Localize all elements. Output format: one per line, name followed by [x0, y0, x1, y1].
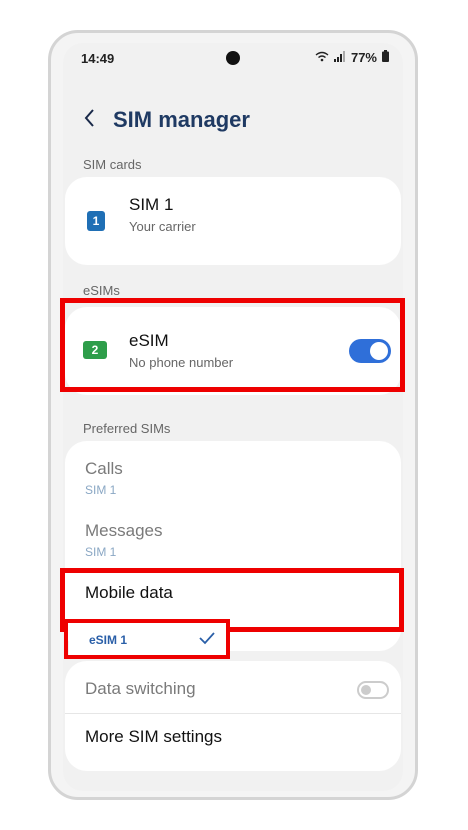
status-bar: 14:49 77%	[63, 43, 403, 73]
highlight-line	[230, 627, 404, 632]
sim1-card[interactable]: 1 SIM 1 Your carrier	[65, 177, 401, 265]
messages-label[interactable]: Messages	[85, 521, 162, 541]
calls-label[interactable]: Calls	[85, 459, 123, 479]
toggle-knob	[361, 685, 371, 695]
more-sim-settings-label[interactable]: More SIM settings	[85, 727, 222, 747]
back-icon[interactable]	[83, 107, 95, 136]
wifi-icon	[315, 50, 329, 65]
signal-icon	[333, 50, 346, 65]
battery-icon	[382, 50, 389, 65]
messages-value: SIM 1	[85, 545, 117, 559]
section-label-esims: eSIMs	[83, 283, 120, 298]
sim-card-icon: 1	[87, 211, 105, 231]
sim1-name: SIM 1	[129, 195, 174, 214]
volume-button	[415, 168, 418, 258]
settings-card: Data switching More SIM settings	[65, 661, 401, 771]
front-camera	[226, 51, 240, 65]
battery-percent: 77%	[350, 50, 377, 65]
divider	[65, 713, 401, 714]
status-icons: 77%	[315, 50, 389, 65]
data-switching-toggle[interactable]	[357, 681, 389, 699]
screen: 14:49 77% SIM manager SIM cards 1 SIM 1 …	[63, 43, 403, 791]
page-title: SIM manager	[113, 107, 250, 132]
calls-value: SIM 1	[85, 483, 117, 497]
highlight-box-esim1	[64, 619, 230, 659]
phone-frame: 14:49 77% SIM manager SIM cards 1 SIM 1 …	[48, 30, 418, 800]
power-button	[415, 303, 418, 353]
status-time: 14:49	[81, 51, 115, 66]
app-header: SIM manager	[63, 101, 403, 141]
section-label-sim-cards: SIM cards	[83, 157, 142, 172]
highlight-box-esim	[60, 298, 405, 392]
section-label-preferred: Preferred SIMs	[83, 421, 171, 436]
sim1-carrier: Your carrier	[129, 219, 196, 234]
data-switching-label[interactable]: Data switching	[85, 679, 196, 699]
